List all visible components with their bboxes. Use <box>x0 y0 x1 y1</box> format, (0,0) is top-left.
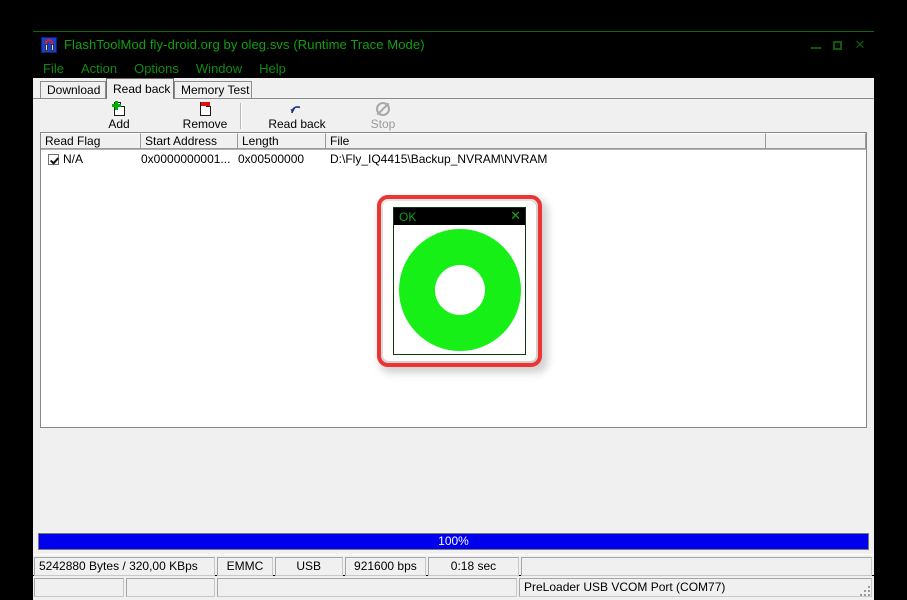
menu-item-file[interactable]: File <box>43 60 75 77</box>
column-header-extra[interactable] <box>766 133 866 149</box>
status-spare-4 <box>217 578 517 597</box>
ok-dialog-body <box>394 225 525 354</box>
stop-button[interactable]: Stop <box>344 101 422 131</box>
column-header-read-flag[interactable]: Read Flag <box>41 133 141 149</box>
menu-bar: File Action Options Window Help <box>33 58 874 78</box>
ok-dialog-close-icon[interactable]: ✕ <box>510 210 521 223</box>
cell-file: D:\Fly_IQ4415\Backup_NVRAM\NVRAM <box>326 151 766 167</box>
minimize-button[interactable] <box>811 46 821 49</box>
cell-start-address: 0x0000000001... <box>141 151 238 167</box>
ok-dialog-title: OK <box>399 210 416 224</box>
stop-button-label: Stop <box>344 118 422 131</box>
menu-item-options[interactable]: Options <box>134 60 190 77</box>
maximize-button[interactable] <box>833 41 842 50</box>
status-baud-rate: 921600 bps <box>345 557 427 576</box>
read-back-button[interactable]: Read back <box>258 101 336 131</box>
remove-icon <box>197 101 213 117</box>
read-back-button-label: Read back <box>258 118 336 131</box>
ok-dialog-frame: OK ✕ <box>393 207 526 355</box>
status-bar-secondary: PreLoader USB VCOM Port (COM77) <box>33 576 874 600</box>
ok-dialog-titlebar: OK ✕ <box>394 208 525 225</box>
status-spare-2 <box>34 578 124 597</box>
tab-memory-test[interactable]: Memory Test <box>174 81 252 98</box>
list-header: Read Flag Start Address Length File <box>41 133 866 150</box>
read-flag-value: N/A <box>63 152 83 166</box>
remove-button[interactable]: Remove <box>166 101 244 131</box>
toolbar: Add Remove Read back <box>33 99 874 131</box>
menu-item-help[interactable]: Help <box>259 60 297 77</box>
close-icon[interactable]: ✕ <box>854 39 866 52</box>
status-spare-3 <box>126 578 215 597</box>
donut-hole <box>435 265 485 315</box>
status-storage-type: EMMC <box>217 557 273 576</box>
status-connection: USB <box>275 557 343 576</box>
ok-dialog[interactable]: OK ✕ <box>383 201 536 361</box>
stop-icon <box>375 101 391 117</box>
status-bar-primary: 5242880 Bytes / 320,00 KBps EMMC USB 921… <box>33 554 874 575</box>
toolbar-divider <box>240 103 242 129</box>
table-row[interactable]: N/A 0x0000000001... 0x00500000 D:\Fly_IQ… <box>41 150 866 167</box>
tab-strip: Download Read back Memory Test <box>33 78 874 98</box>
add-button-label: Add <box>80 118 158 131</box>
column-header-file[interactable]: File <box>326 133 766 149</box>
add-button[interactable]: Add <box>80 101 158 131</box>
list-rows: N/A 0x0000000001... 0x00500000 D:\Fly_IQ… <box>41 150 866 167</box>
cell-read-flag[interactable]: N/A <box>41 151 141 167</box>
column-header-length[interactable]: Length <box>238 133 326 149</box>
tab-read-back[interactable]: Read back <box>106 78 174 99</box>
menu-item-window[interactable]: Window <box>196 60 253 77</box>
status-elapsed-time: 0:18 sec <box>428 557 519 576</box>
title-bar: FlashToolMod fly-droid.org by oleg.svs (… <box>33 32 874 58</box>
menu-item-action[interactable]: Action <box>81 60 128 77</box>
progress-percent-label: 100% <box>39 534 868 549</box>
status-port-info: PreLoader USB VCOM Port (COM77) <box>519 578 872 597</box>
status-spare-1 <box>521 557 872 576</box>
undo-arrow-icon <box>289 101 305 117</box>
window-controls: ✕ <box>811 32 866 58</box>
cell-length: 0x00500000 <box>238 151 326 167</box>
progress-bar: 100% <box>38 533 869 550</box>
tab-download[interactable]: Download <box>40 81 106 98</box>
window-title: FlashToolMod fly-droid.org by oleg.svs (… <box>64 37 425 53</box>
resize-grip[interactable] <box>858 584 872 598</box>
remove-button-label: Remove <box>166 118 244 131</box>
status-bytes-rate: 5242880 Bytes / 320,00 KBps <box>34 557 215 576</box>
column-header-start-address[interactable]: Start Address <box>141 133 238 149</box>
read-flag-checkbox[interactable] <box>48 154 59 165</box>
green-donut-success-icon <box>399 229 521 351</box>
add-icon <box>111 101 127 117</box>
flashtool-icon <box>41 37 57 53</box>
